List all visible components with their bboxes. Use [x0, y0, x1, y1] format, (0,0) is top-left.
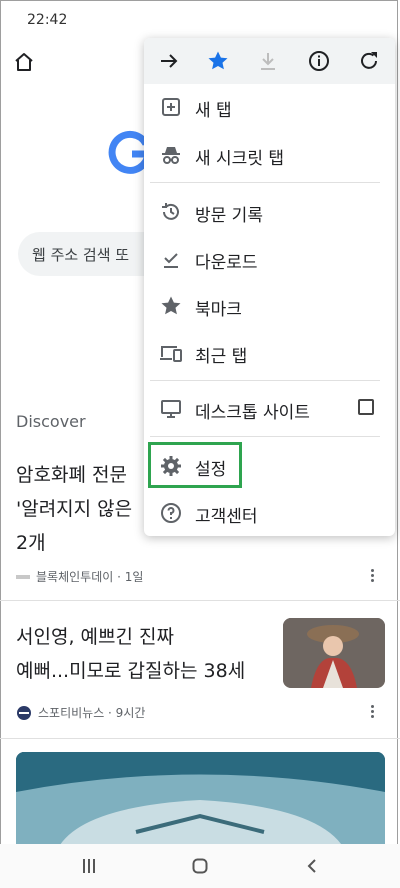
- menu-item-downloads[interactable]: 다운로드: [144, 236, 395, 282]
- feed-card-title[interactable]: 서인영, 예쁘긴 진짜 예뻐...미모로 갑질하는 38세: [16, 620, 278, 688]
- new-tab-icon: [162, 98, 180, 116]
- car-image: [16, 752, 385, 852]
- menu-item-label: 고객센터: [195, 507, 258, 527]
- menu-divider: [150, 436, 380, 437]
- info-icon[interactable]: [307, 49, 331, 73]
- article-thumbnail[interactable]: [283, 618, 385, 688]
- forward-icon[interactable]: [157, 49, 181, 73]
- menu-item-label: 새 탭: [195, 101, 232, 121]
- menu-item-incognito[interactable]: 새 시크릿 탭: [144, 132, 395, 178]
- menu-item-help[interactable]: 고객센터: [144, 490, 395, 536]
- feed-source: 블록체인투데이 · 1일: [16, 568, 143, 585]
- menu-item-label: 북마크: [195, 300, 242, 320]
- home-nav-icon[interactable]: [192, 858, 208, 874]
- star-icon: [161, 296, 181, 315]
- menu-item-desktop-site[interactable]: 데스크톱 사이트: [144, 386, 395, 432]
- title-line: 서인영, 예쁘긴 진짜: [16, 626, 174, 648]
- title-line: 예뻐...미모로 갑질하는 38세: [16, 660, 246, 682]
- menu-item-bookmarks[interactable]: 북마크: [144, 283, 395, 329]
- menu-divider: [150, 182, 380, 183]
- article-image[interactable]: [16, 752, 385, 852]
- status-time: 22:42: [27, 12, 68, 28]
- source-logo-icon: [17, 705, 31, 720]
- menu-item-recent-tabs[interactable]: 최근 탭: [144, 330, 395, 376]
- settings-highlight-box: [148, 442, 242, 488]
- menu-item-label: 데스크톱 사이트: [195, 403, 310, 423]
- more-options-icon[interactable]: [371, 569, 375, 583]
- bookmark-star-icon[interactable]: [206, 49, 230, 73]
- source-logo-icon: [16, 574, 30, 579]
- menu-toolbar: [144, 38, 395, 84]
- refresh-icon[interactable]: [357, 49, 381, 73]
- divider: [0, 738, 400, 739]
- desktop-icon: [161, 400, 181, 418]
- menu-item-label: 새 시크릿 탭: [195, 149, 285, 169]
- home-icon[interactable]: [12, 50, 36, 74]
- menu-item-label: 최근 탭: [195, 347, 248, 367]
- feed-source: 스포티비뉴스 · 9시간: [16, 704, 145, 721]
- more-options-icon[interactable]: [371, 705, 375, 719]
- help-icon: [161, 503, 181, 523]
- thumbnail-image: [283, 618, 385, 688]
- incognito-icon: [162, 147, 180, 164]
- history-icon: [162, 203, 179, 220]
- menu-item-new-tab[interactable]: 새 탭: [144, 84, 395, 130]
- divider: [0, 600, 400, 601]
- source-label: 블록체인투데이 · 1일: [36, 570, 144, 584]
- download-icon[interactable]: [256, 49, 280, 73]
- menu-item-label: 방문 기록: [195, 206, 263, 226]
- menu-divider: [150, 380, 380, 381]
- menu-item-history[interactable]: 방문 기록: [144, 189, 395, 235]
- source-label: 스포티비뉴스 · 9시간: [38, 706, 146, 720]
- download-check-icon: [164, 253, 178, 268]
- search-placeholder: 웹 주소 검색 또: [32, 246, 130, 264]
- devices-icon: [160, 346, 182, 362]
- desktop-site-checkbox[interactable]: [358, 399, 374, 415]
- discover-heading: Discover: [16, 412, 86, 431]
- system-nav-bar: [0, 844, 400, 888]
- recent-apps-icon[interactable]: [82, 858, 96, 874]
- back-nav-icon[interactable]: [306, 858, 318, 874]
- menu-item-label: 다운로드: [195, 253, 258, 273]
